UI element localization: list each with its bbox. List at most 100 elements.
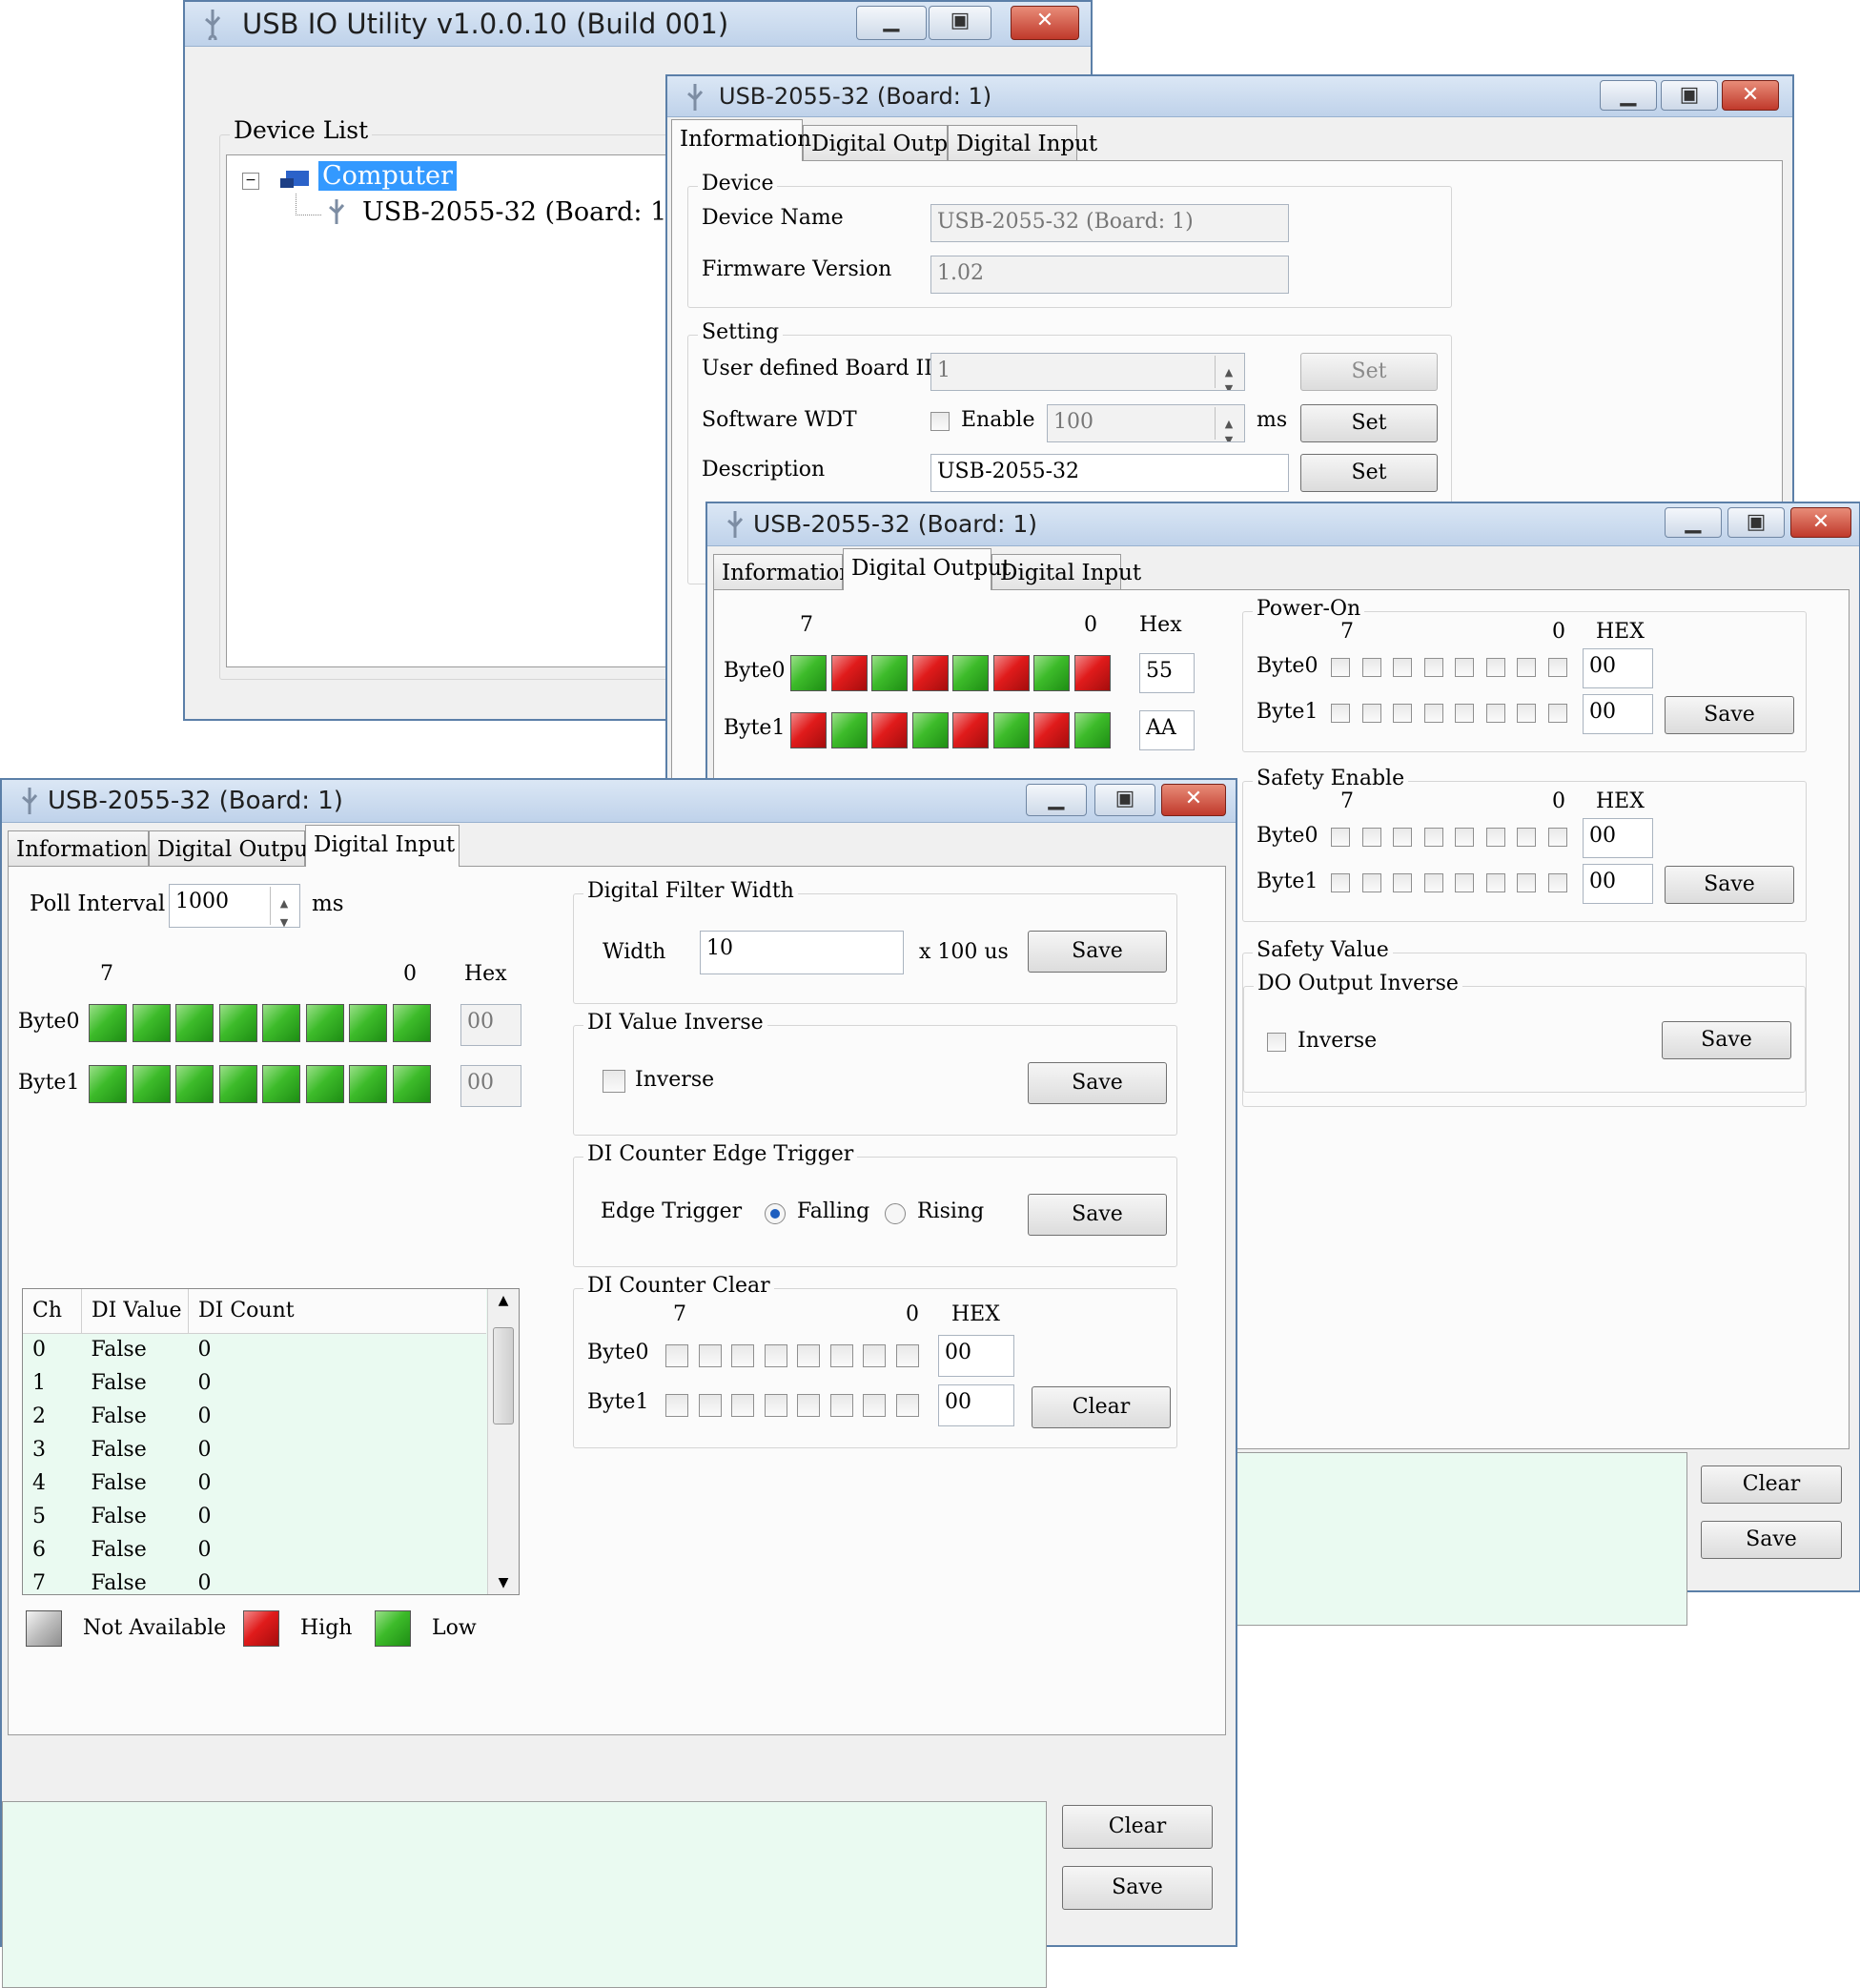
bit-checkbox-5[interactable] <box>731 1344 754 1367</box>
tab-digital-output[interactable]: Digital Output <box>843 548 1011 590</box>
edge-trigger-save-button[interactable]: Save <box>1028 1194 1167 1236</box>
bit-checkbox-6[interactable] <box>1361 704 1381 723</box>
filter-width-field[interactable]: 10 <box>700 931 904 974</box>
do-led-bit-1[interactable] <box>1033 712 1070 748</box>
safety-enable-save-button[interactable]: Save <box>1665 866 1794 904</box>
table-scrollbar[interactable]: ▲ ▼ <box>487 1289 519 1594</box>
description-set-button[interactable]: Set <box>1300 454 1438 492</box>
tab-information[interactable]: Information <box>8 830 149 867</box>
tree-root-computer[interactable]: Computer <box>318 161 457 191</box>
bit-checkbox-1[interactable] <box>863 1394 886 1417</box>
bit-checkbox-7[interactable] <box>1331 704 1350 723</box>
table-row[interactable]: 4 False 0 <box>23 1466 486 1500</box>
bit-checkbox-0[interactable] <box>1547 658 1567 677</box>
falling-radio[interactable] <box>765 1203 786 1224</box>
info-title-bar[interactable]: USB-2055-32 (Board: 1) ▁ ▣ ✕ <box>667 76 1792 117</box>
power-on-byte1-hex[interactable]: 00 <box>1583 694 1653 734</box>
tab-digital-output[interactable]: Digital Output <box>149 830 317 867</box>
do-byte0-hex-field[interactable]: 55 <box>1139 653 1195 693</box>
power-on-save-button[interactable]: Save <box>1665 696 1794 734</box>
close-button[interactable]: ✕ <box>1790 507 1851 538</box>
bit-checkbox-7[interactable] <box>1331 658 1350 677</box>
do-led-bit-4[interactable] <box>911 712 949 748</box>
bit-checkbox-3[interactable] <box>797 1344 820 1367</box>
do-save-button[interactable]: Save <box>1701 1521 1842 1559</box>
di-inverse-save-button[interactable]: Save <box>1028 1062 1167 1104</box>
spin-down-icon[interactable]: ▼ <box>1216 423 1242 441</box>
bit-checkbox-1[interactable] <box>1517 658 1536 677</box>
bit-checkbox-7[interactable] <box>665 1394 688 1417</box>
bit-checkbox-3[interactable] <box>1455 658 1474 677</box>
bit-checkbox-3[interactable] <box>797 1394 820 1417</box>
bit-checkbox-5[interactable] <box>1393 828 1412 847</box>
di-log-area[interactable] <box>2 1801 1047 1988</box>
table-header-di-value[interactable]: DI Value <box>81 1289 189 1333</box>
spin-down-icon[interactable]: ▼ <box>271 906 297 927</box>
tab-information[interactable]: Information <box>713 554 853 590</box>
main-title-bar[interactable]: USB IO Utility v1.0.0.10 (Build 001) ▁ ▣… <box>185 2 1091 47</box>
safety-enable-byte1-hex[interactable]: 00 <box>1583 864 1653 904</box>
maximize-button[interactable]: ▣ <box>929 6 991 40</box>
bit-checkbox-0[interactable] <box>895 1344 919 1367</box>
close-button[interactable]: ✕ <box>1161 784 1226 816</box>
safety-enable-byte0-hex[interactable]: 00 <box>1583 818 1653 858</box>
description-field[interactable]: USB-2055-32 <box>930 454 1289 492</box>
bit-checkbox-3[interactable] <box>1455 704 1474 723</box>
minimize-button[interactable]: ▁ <box>1600 80 1657 111</box>
tab-digital-input[interactable]: Digital Input <box>948 125 1097 161</box>
table-row[interactable]: 1 False 0 <box>23 1366 486 1400</box>
do-led-bit-4[interactable] <box>911 655 949 691</box>
bit-checkbox-2[interactable] <box>1485 658 1505 677</box>
bit-checkbox-6[interactable] <box>1361 873 1381 892</box>
counter-clear-byte1-hex[interactable]: 00 <box>938 1384 1014 1426</box>
bit-checkbox-5[interactable] <box>1393 658 1412 677</box>
wdt-enable-checkbox[interactable] <box>930 412 950 431</box>
wdt-set-button[interactable]: Set <box>1300 404 1438 442</box>
poll-interval-field[interactable]: 1000 ▲ ▼ <box>169 884 300 928</box>
di-value-table[interactable]: Ch DI Value DI Count 0 False 0 1 False 0 2 Fals… <box>22 1288 520 1595</box>
bit-checkbox-3[interactable] <box>1455 873 1474 892</box>
bit-checkbox-7[interactable] <box>1331 873 1350 892</box>
bit-checkbox-2[interactable] <box>829 1344 853 1367</box>
counter-clear-button[interactable]: Clear <box>1032 1386 1171 1428</box>
tree-child-device[interactable]: USB-2055-32 (Board: 1) <box>362 197 677 227</box>
minimize-button[interactable]: ▁ <box>856 6 927 40</box>
bit-checkbox-0[interactable] <box>895 1394 919 1417</box>
do-led-bit-6[interactable] <box>830 655 868 691</box>
bit-checkbox-4[interactable] <box>1423 873 1443 892</box>
bit-checkbox-0[interactable] <box>1547 873 1567 892</box>
do-led-bit-3[interactable] <box>952 712 989 748</box>
do-inverse-checkbox[interactable] <box>1267 1033 1286 1052</box>
do-led-bit-1[interactable] <box>1033 655 1070 691</box>
scroll-thumb[interactable] <box>493 1327 514 1424</box>
tab-digital-input[interactable]: Digital Input <box>991 554 1141 590</box>
maximize-button[interactable]: ▣ <box>1661 80 1718 111</box>
spin-down-icon[interactable]: ▼ <box>1216 372 1242 390</box>
bit-checkbox-4[interactable] <box>764 1344 787 1367</box>
bit-checkbox-2[interactable] <box>1485 704 1505 723</box>
bit-checkbox-2[interactable] <box>1485 828 1505 847</box>
wdt-value-field[interactable]: 100 ▲ ▼ <box>1047 404 1245 442</box>
table-row[interactable]: 3 False 0 <box>23 1433 486 1466</box>
bit-checkbox-1[interactable] <box>1517 873 1536 892</box>
do-led-bit-0[interactable] <box>1073 712 1111 748</box>
counter-clear-byte0-hex[interactable]: 00 <box>938 1335 1014 1377</box>
bit-checkbox-4[interactable] <box>1423 658 1443 677</box>
wdt-spinner[interactable]: ▲ ▼ <box>1215 407 1242 441</box>
maximize-button[interactable]: ▣ <box>1094 784 1155 816</box>
bit-checkbox-2[interactable] <box>829 1394 853 1417</box>
bit-checkbox-5[interactable] <box>1393 704 1412 723</box>
bit-checkbox-6[interactable] <box>698 1344 722 1367</box>
do-led-bit-0[interactable] <box>1073 655 1111 691</box>
spin-up-icon[interactable]: ▲ <box>1216 356 1242 379</box>
bit-checkbox-5[interactable] <box>731 1394 754 1417</box>
tab-digital-input[interactable]: Digital Input <box>305 825 460 867</box>
bit-checkbox-1[interactable] <box>863 1344 886 1367</box>
tree-expander[interactable]: − <box>242 173 259 190</box>
di-inverse-checkbox[interactable] <box>603 1070 625 1093</box>
do-inverse-save-button[interactable]: Save <box>1662 1021 1791 1059</box>
table-header-ch[interactable]: Ch <box>23 1289 82 1333</box>
bit-checkbox-6[interactable] <box>1361 658 1381 677</box>
do-title-bar[interactable]: USB-2055-32 (Board: 1) ▁ ▣ ✕ <box>707 503 1859 546</box>
minimize-button[interactable]: ▁ <box>1665 507 1722 538</box>
